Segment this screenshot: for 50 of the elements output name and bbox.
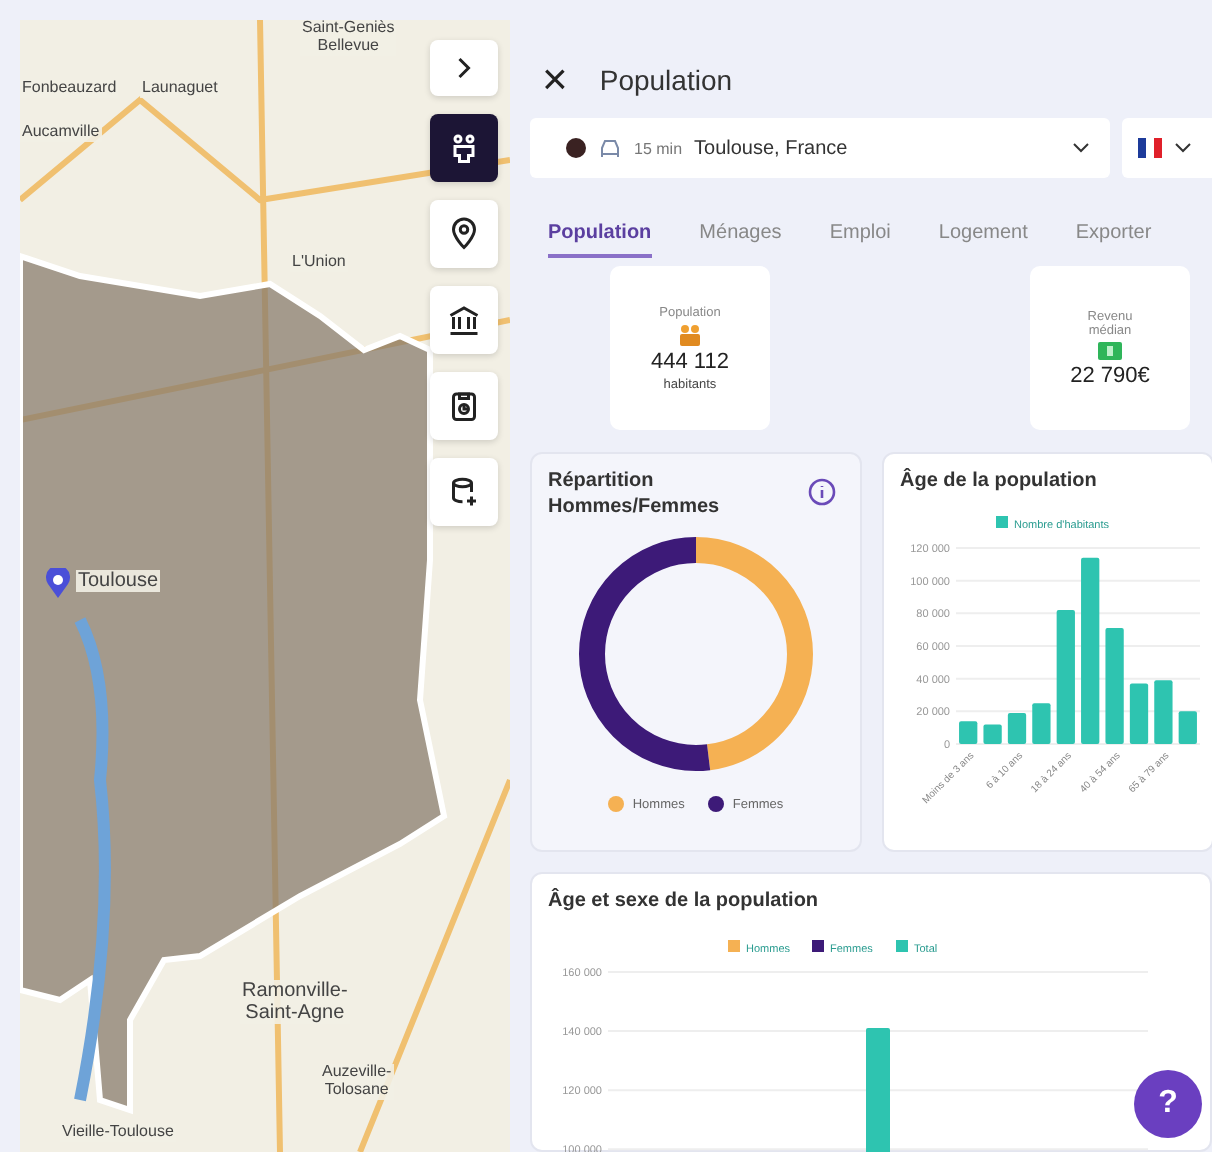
map-tool-button[interactable] bbox=[430, 114, 498, 182]
tab[interactable]: Population bbox=[548, 222, 652, 258]
clipboard-icon bbox=[446, 388, 482, 424]
map-place-label: Auzeville- Tolosane bbox=[320, 1064, 394, 1100]
map-place-label: Fonbeauzard bbox=[20, 80, 119, 98]
chart-bar bbox=[959, 720, 978, 743]
map-place-label: Toulouse bbox=[76, 570, 161, 592]
map-tool-button[interactable] bbox=[430, 286, 498, 354]
country-select[interactable] bbox=[1122, 118, 1212, 178]
chart-bar bbox=[1178, 710, 1197, 743]
card-title: Âge de la population bbox=[900, 470, 1097, 495]
close-button[interactable]: × bbox=[542, 53, 568, 105]
info-icon[interactable] bbox=[808, 478, 836, 506]
bank-icon bbox=[446, 302, 482, 338]
chart-bar bbox=[1105, 627, 1124, 743]
chevron-down-icon bbox=[1174, 142, 1192, 154]
chart-bar bbox=[1032, 702, 1051, 743]
location-value: Toulouse, France bbox=[694, 137, 850, 159]
chart-bar bbox=[866, 1027, 890, 1152]
stat-value: 444 112 bbox=[651, 349, 729, 373]
chevron-down-icon bbox=[1072, 142, 1090, 154]
chart-bar bbox=[1056, 609, 1075, 743]
stat-value: 22 790€ bbox=[1070, 363, 1150, 387]
car-icon bbox=[598, 138, 622, 158]
chart-bar bbox=[1007, 711, 1027, 743]
flag-icon bbox=[1138, 138, 1162, 158]
map-tool-button[interactable] bbox=[430, 458, 498, 526]
travel-time: 15 min bbox=[634, 139, 683, 157]
card-title: Répartition Hommes/Femmes bbox=[548, 470, 720, 520]
map-place-label: L'Union bbox=[290, 254, 348, 272]
card-title: Âge et sexe de la population bbox=[548, 890, 819, 915]
chart-bar bbox=[1154, 679, 1173, 743]
map-tool-button[interactable] bbox=[430, 200, 498, 268]
map-place-label: Vieille-Toulouse bbox=[60, 1124, 176, 1142]
panel-title: Population bbox=[599, 63, 733, 95]
location-pin-icon bbox=[446, 216, 482, 252]
map-place-label: Saint-Geniès Bellevue bbox=[300, 20, 397, 56]
chart-bar bbox=[1129, 682, 1149, 743]
banknote-icon bbox=[1098, 341, 1122, 359]
database-icon bbox=[446, 474, 482, 510]
map-tool-button[interactable] bbox=[430, 372, 498, 440]
map-place-label: Ramonville- Saint-Agne bbox=[240, 980, 350, 1024]
map[interactable]: Saint-Geniès Bellevue Fonbeauzard Launaguet Aucamville L'Union Toulouse Ramonville- Saint-Agne Auzeville- Tolosane Vieille-Toulouse bbox=[20, 20, 510, 1152]
help-button[interactable]: ? bbox=[1134, 1070, 1202, 1138]
people-icon bbox=[678, 323, 702, 345]
location-marker-icon bbox=[44, 568, 72, 600]
map-place-label: Aucamville bbox=[20, 124, 102, 142]
location-select[interactable]: 15 min Toulouse, France bbox=[530, 118, 1110, 178]
map-place-label: Launaguet bbox=[140, 80, 220, 98]
chart-bar bbox=[983, 723, 1002, 743]
